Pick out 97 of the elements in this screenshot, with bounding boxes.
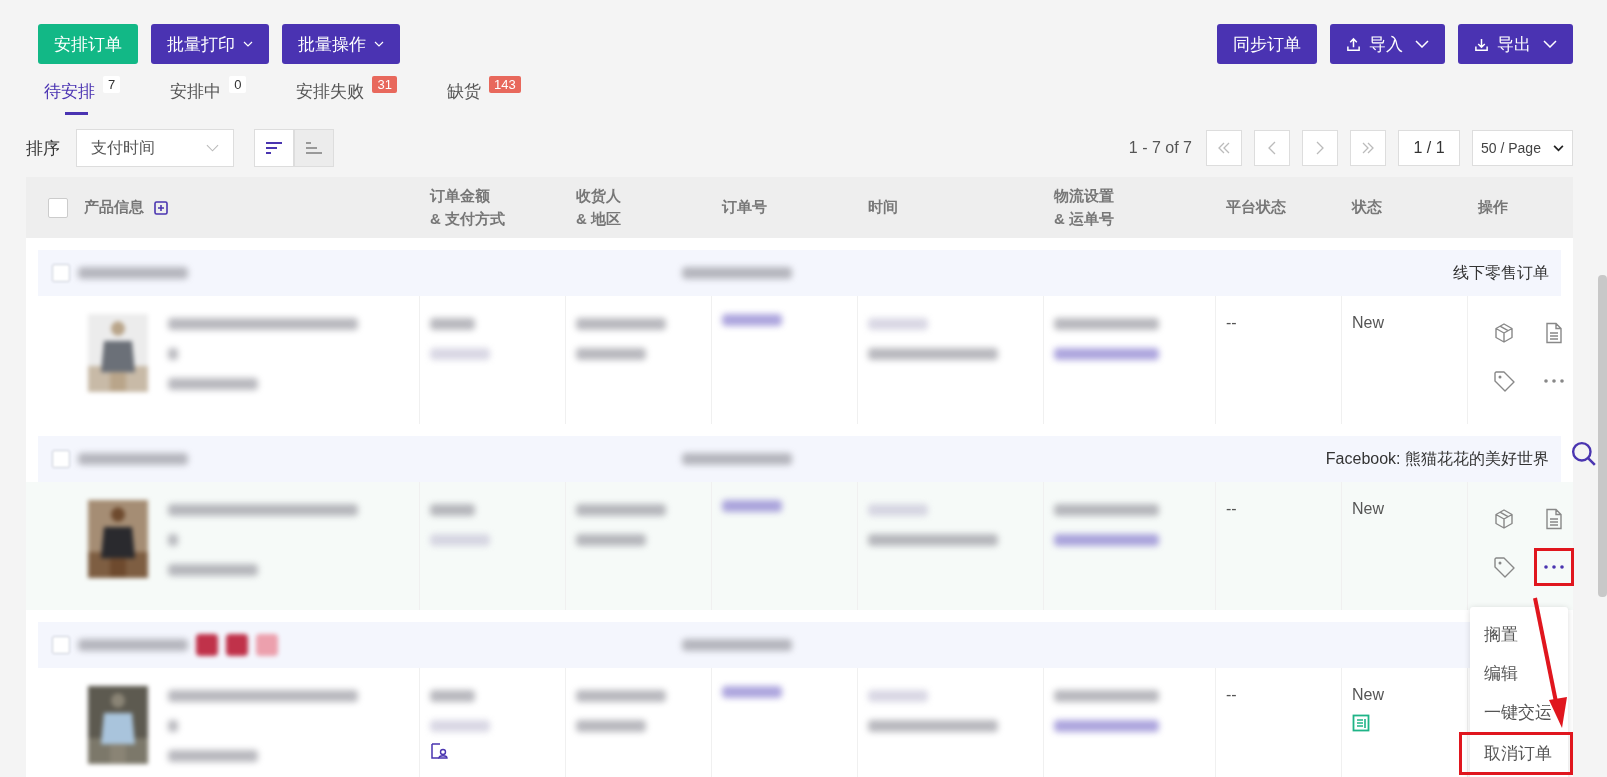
chevron-right-icon	[1316, 141, 1324, 155]
status-tab[interactable]: 待安排 7	[44, 76, 121, 115]
plus-square-icon[interactable]	[154, 200, 168, 215]
blurred-text	[722, 314, 782, 326]
upload-icon	[1346, 36, 1361, 52]
tab-label: 安排失败	[296, 81, 365, 103]
search-icon[interactable]	[1571, 441, 1597, 467]
caret-icon	[206, 144, 219, 152]
more-icon	[1544, 565, 1564, 569]
toolbar-button[interactable]: 批量操作	[282, 24, 400, 64]
double-chevron-left-icon	[1217, 142, 1231, 154]
sort-order-button[interactable]	[254, 129, 294, 167]
blurred-text	[722, 500, 782, 512]
column-subheader: & 支付方式	[430, 209, 505, 229]
blurred-text	[576, 348, 646, 360]
caret-icon	[1553, 144, 1564, 152]
sort-ascending-icon	[305, 141, 323, 155]
chevron-left-icon	[1268, 141, 1276, 155]
column-subheader: & 地区	[576, 209, 621, 229]
document-icon[interactable]	[1352, 714, 1370, 732]
status-tab[interactable]: 安排失败 31	[296, 76, 397, 115]
page-input[interactable]: 1 / 1	[1398, 130, 1460, 166]
count-badge: 143	[488, 76, 521, 93]
tag-icon[interactable]	[1493, 370, 1515, 392]
document-icon[interactable]	[1544, 322, 1564, 344]
select-all-checkbox[interactable]	[48, 197, 68, 218]
column-header: 平台状态	[1226, 198, 1286, 217]
column-subheader: & 运单号	[1054, 209, 1114, 229]
document-icon[interactable]	[1544, 508, 1564, 530]
blurred-text	[576, 720, 646, 732]
blurred-text	[168, 348, 178, 360]
cube-icon[interactable]	[1493, 508, 1515, 530]
blurred-text	[430, 690, 475, 702]
page-range: 1 - 7 of 7	[1128, 139, 1192, 157]
count-badge: 31	[372, 76, 397, 93]
toolbar-button[interactable]: 同步订单	[1217, 24, 1317, 64]
sort-label: 排序	[26, 137, 60, 160]
menu-item[interactable]: 一键交运	[1484, 693, 1552, 732]
more-button[interactable]	[1534, 548, 1574, 586]
store-name: 线下零售订单	[1453, 262, 1549, 283]
cube-icon[interactable]	[1493, 322, 1515, 344]
caret-icon	[1415, 40, 1429, 48]
blurred-text	[168, 534, 178, 546]
sort-select[interactable]: 支付时间	[76, 129, 234, 167]
blurred-text	[430, 348, 490, 360]
store-name: Facebook: 熊猫花花的美好世界	[1325, 448, 1549, 469]
blurred-text	[430, 504, 475, 516]
blurred-text	[430, 534, 490, 546]
count-badge: 0	[229, 76, 247, 93]
column-header: 订单号	[722, 198, 767, 217]
column-header: 物流设置	[1054, 186, 1114, 206]
more-icon	[1544, 379, 1564, 383]
blurred-text	[868, 690, 928, 702]
double-chevron-right-icon	[1361, 142, 1375, 154]
blurred-text	[868, 504, 928, 516]
column-header: 操作	[1478, 198, 1508, 217]
toolbar-button[interactable]: 批量打印	[151, 24, 269, 64]
blurred-text	[430, 318, 475, 330]
caret-icon	[374, 41, 384, 47]
tab-label: 安排中	[170, 81, 222, 103]
scrollbar[interactable]	[1598, 275, 1607, 597]
tag-chip	[256, 634, 278, 656]
tab-label: 待安排	[44, 81, 95, 103]
tag-icon[interactable]	[1493, 556, 1515, 578]
download-icon	[1474, 36, 1489, 52]
column-header: 时间	[868, 198, 898, 217]
blurred-text	[430, 720, 490, 732]
count-badge: 7	[103, 76, 121, 93]
toolbar-button[interactable]: 导入	[1330, 24, 1445, 64]
column-header: 订单金额	[430, 186, 491, 206]
blurred-text	[868, 318, 928, 330]
order-status: New	[1352, 500, 1385, 518]
menu-item[interactable]: 编辑	[1484, 654, 1518, 693]
tag-chip	[226, 634, 248, 656]
blurred-text	[168, 720, 178, 732]
blurred-text	[722, 686, 782, 698]
toolbar-button[interactable]: 导出	[1458, 24, 1573, 64]
sort-descending-icon	[265, 141, 283, 155]
clipboard-user-icon[interactable]	[430, 742, 448, 760]
column-header: 收货人	[576, 186, 621, 206]
order-status: New	[1352, 314, 1385, 332]
caret-icon	[243, 41, 253, 47]
platform-status: --	[1226, 500, 1238, 518]
tag-chip	[196, 634, 218, 656]
platform-status: --	[1226, 686, 1238, 704]
menu-item[interactable]: 取消订单	[1459, 732, 1573, 775]
order-status: New	[1352, 686, 1385, 704]
platform-status: --	[1226, 314, 1238, 332]
menu-item[interactable]: 搁置	[1484, 615, 1518, 654]
page-size-select[interactable]: 50 / Page	[1472, 130, 1573, 166]
status-tab[interactable]: 缺货 143	[446, 76, 521, 115]
blurred-text	[576, 534, 646, 546]
column-header: 状态	[1352, 198, 1382, 217]
column-header: 产品信息	[84, 198, 144, 217]
caret-icon	[1543, 40, 1557, 48]
tab-label: 缺货	[446, 81, 481, 103]
status-tab[interactable]: 安排中 0	[170, 76, 247, 115]
